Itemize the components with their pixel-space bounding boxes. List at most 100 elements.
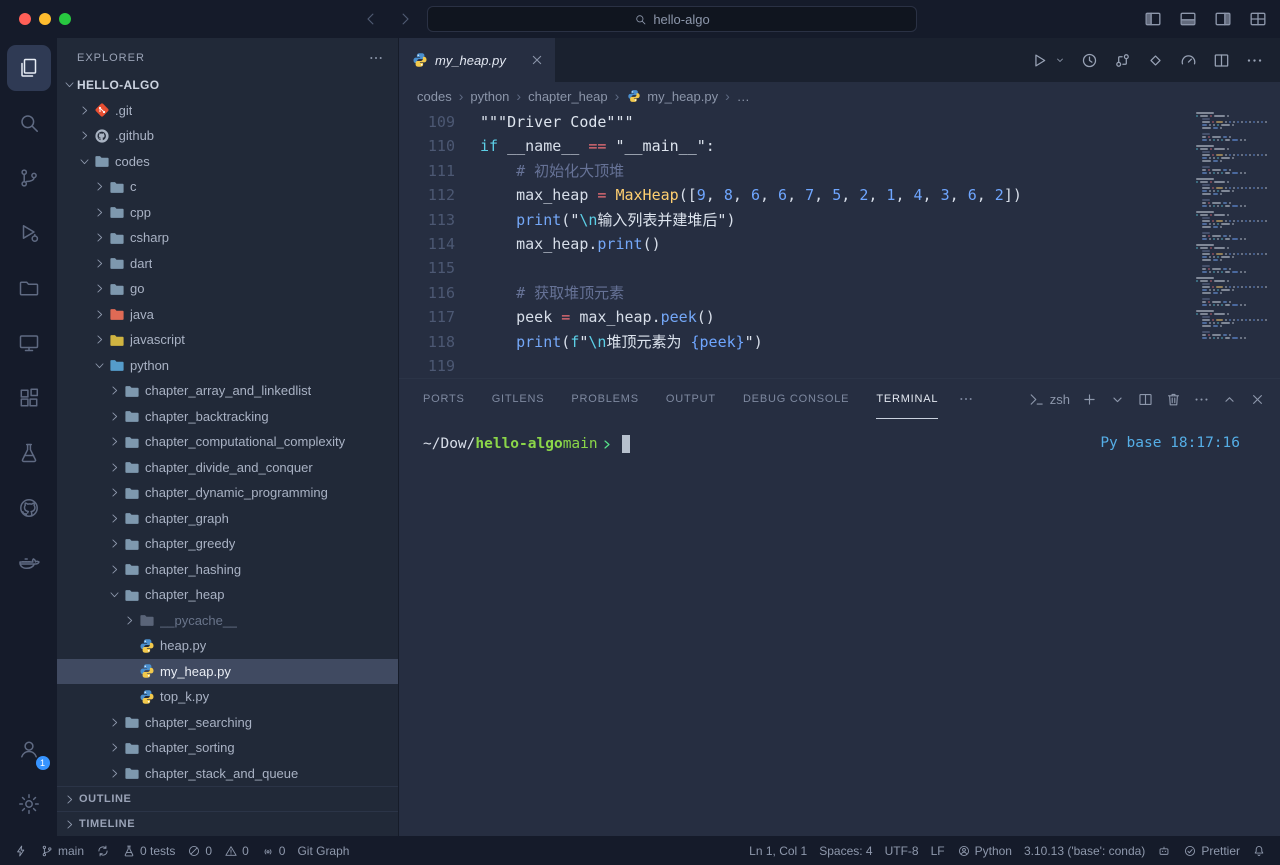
status-tests[interactable]: 0 tests: [116, 836, 181, 865]
activity-source-control[interactable]: [7, 155, 51, 201]
run-options-dropdown-button[interactable]: [1063, 54, 1066, 66]
tree-item-chapter-graph[interactable]: chapter_graph: [57, 506, 398, 532]
status-prettier[interactable]: Prettier: [1177, 836, 1246, 865]
tree-item-top-k-py[interactable]: top_k.py: [57, 684, 398, 710]
status-warnings[interactable]: 0: [218, 836, 255, 865]
breadcrumb-codes[interactable]: codes: [417, 89, 452, 104]
tree-item-heap-py[interactable]: heap.py: [57, 633, 398, 659]
activity-accounts[interactable]: 1: [7, 726, 51, 772]
nav-back-button[interactable]: [362, 10, 380, 28]
close-tab-icon[interactable]: [529, 52, 545, 68]
breadcrumb-my-heap-py[interactable]: my_heap.py: [626, 89, 718, 104]
activity-docker[interactable]: [7, 540, 51, 586]
tree-item-chapter-sorting[interactable]: chapter_sorting: [57, 735, 398, 761]
gitlens-compare-button[interactable]: [1146, 51, 1165, 70]
outline-section[interactable]: OUTLINE: [57, 786, 398, 811]
tree-item-chapter-hashing[interactable]: chapter_hashing: [57, 557, 398, 583]
timeline-section[interactable]: TIMELINE: [57, 811, 398, 836]
terminal-shell-button[interactable]: zsh: [1028, 391, 1070, 408]
explorer-more-actions[interactable]: [368, 50, 384, 66]
activity-project-manager[interactable]: [7, 265, 51, 311]
tree-item-chapter-heap[interactable]: chapter_heap: [57, 582, 398, 608]
status-language-mode[interactable]: Python: [951, 836, 1018, 865]
status-notifications[interactable]: [1246, 836, 1272, 865]
status-indentation[interactable]: Spaces: 4: [813, 836, 878, 865]
breadcrumb-python[interactable]: python: [470, 89, 509, 104]
command-center-search[interactable]: hello-algo: [427, 6, 917, 32]
tree-item-my-heap-py[interactable]: my_heap.py: [57, 659, 398, 685]
code-editor[interactable]: 109"""Driver Code"""110if __name__ == "_…: [399, 110, 1280, 378]
panel-tab-gitlens[interactable]: GITLENS: [492, 379, 545, 419]
status-sync-changes[interactable]: [90, 836, 116, 865]
close-window-button[interactable]: [19, 13, 31, 25]
tree-item-go[interactable]: go: [57, 276, 398, 302]
open-changes-button[interactable]: [1113, 51, 1132, 70]
nav-forward-button[interactable]: [396, 10, 414, 28]
tree-item-javascript[interactable]: javascript: [57, 327, 398, 353]
toggle-secondary-sidebar-button[interactable]: [1213, 9, 1233, 29]
activity-explorer[interactable]: [7, 45, 51, 91]
status-cursor-position[interactable]: Ln 1, Col 1: [743, 836, 813, 865]
breadcrumb-more[interactable]: …: [737, 89, 750, 104]
zoom-window-button[interactable]: [59, 13, 71, 25]
split-editor-button[interactable]: [1212, 51, 1231, 70]
status-ports[interactable]: 0: [255, 836, 292, 865]
panel-tab-problems[interactable]: PROBLEMS: [571, 379, 639, 419]
tree-item-python[interactable]: python: [57, 353, 398, 379]
terminal-profiles-dropdown-button[interactable]: [1109, 391, 1126, 408]
tree-item-pycache[interactable]: __pycache__: [57, 608, 398, 634]
status-python-interpreter[interactable]: 3.10.13 ('base': conda): [1018, 836, 1151, 865]
panel-tab-ports[interactable]: PORTS: [423, 379, 465, 419]
maximize-panel-button[interactable]: [1221, 391, 1238, 408]
tree-item-codes[interactable]: codes: [57, 149, 398, 175]
customize-layout-button[interactable]: [1248, 9, 1268, 29]
kill-terminal-button[interactable]: [1165, 391, 1182, 408]
tree-item-github[interactable]: .github: [57, 123, 398, 149]
tree-item-chapter-computational-complexity[interactable]: chapter_computational_complexity: [57, 429, 398, 455]
tree-item-cpp[interactable]: cpp: [57, 200, 398, 226]
activity-run-and-debug[interactable]: [7, 210, 51, 256]
more-actions-button[interactable]: [1245, 51, 1264, 70]
status-encoding[interactable]: UTF-8: [879, 836, 925, 865]
profile-run-button[interactable]: [1179, 51, 1198, 70]
panel-tab-terminal[interactable]: TERMINAL: [876, 379, 938, 419]
run-python-file-button[interactable]: [1030, 51, 1049, 70]
tree-item-chapter-greedy[interactable]: chapter_greedy: [57, 531, 398, 557]
tree-item-chapter-searching[interactable]: chapter_searching: [57, 710, 398, 736]
status-git-graph[interactable]: Git Graph: [291, 836, 355, 865]
activity-remote-explorer[interactable]: [7, 320, 51, 366]
tree-item-java[interactable]: java: [57, 302, 398, 328]
close-panel-button[interactable]: [1249, 391, 1266, 408]
toggle-primary-sidebar-button[interactable]: [1143, 9, 1163, 29]
tree-item-chapter-divide-and-conquer[interactable]: chapter_divide_and_conquer: [57, 455, 398, 481]
terminal[interactable]: ~/Dow/hello-algo main Py base 18:17:16: [399, 419, 1280, 836]
terminal-more-actions-button[interactable]: [1193, 391, 1210, 408]
tree-item-c[interactable]: c: [57, 174, 398, 200]
tree-item-hello-algo[interactable]: HELLO-ALGO: [57, 72, 398, 98]
tree-item-csharp[interactable]: csharp: [57, 225, 398, 251]
tree-item-chapter-stack-and-queue[interactable]: chapter_stack_and_queue: [57, 761, 398, 787]
new-terminal-button[interactable]: [1081, 391, 1098, 408]
status-copilot[interactable]: [1151, 836, 1177, 865]
panel-tab-output[interactable]: OUTPUT: [666, 379, 716, 419]
tree-item-dart[interactable]: dart: [57, 251, 398, 277]
panel-more-tabs[interactable]: [958, 391, 974, 407]
status-branch[interactable]: main: [34, 836, 90, 865]
tree-item-chapter-array-and-linkedlist[interactable]: chapter_array_and_linkedlist: [57, 378, 398, 404]
minimize-window-button[interactable]: [39, 13, 51, 25]
status-errors[interactable]: 0: [181, 836, 218, 865]
tab-my-heap-py[interactable]: my_heap.py: [399, 38, 555, 82]
activity-github[interactable]: [7, 485, 51, 531]
toggle-panel-button[interactable]: [1178, 9, 1198, 29]
status-remote-window[interactable]: [8, 836, 34, 865]
status-eol[interactable]: LF: [925, 836, 951, 865]
minimap[interactable]: [1196, 112, 1268, 343]
tree-item-chapter-backtracking[interactable]: chapter_backtracking: [57, 404, 398, 430]
panel-tab-debug-console[interactable]: DEBUG CONSOLE: [743, 379, 849, 419]
activity-testing[interactable]: [7, 430, 51, 476]
file-history-button[interactable]: [1080, 51, 1099, 70]
activity-search[interactable]: [7, 100, 51, 146]
activity-settings[interactable]: [7, 781, 51, 827]
tree-item-git[interactable]: .git: [57, 98, 398, 124]
breadcrumb-chapter-heap[interactable]: chapter_heap: [528, 89, 608, 104]
